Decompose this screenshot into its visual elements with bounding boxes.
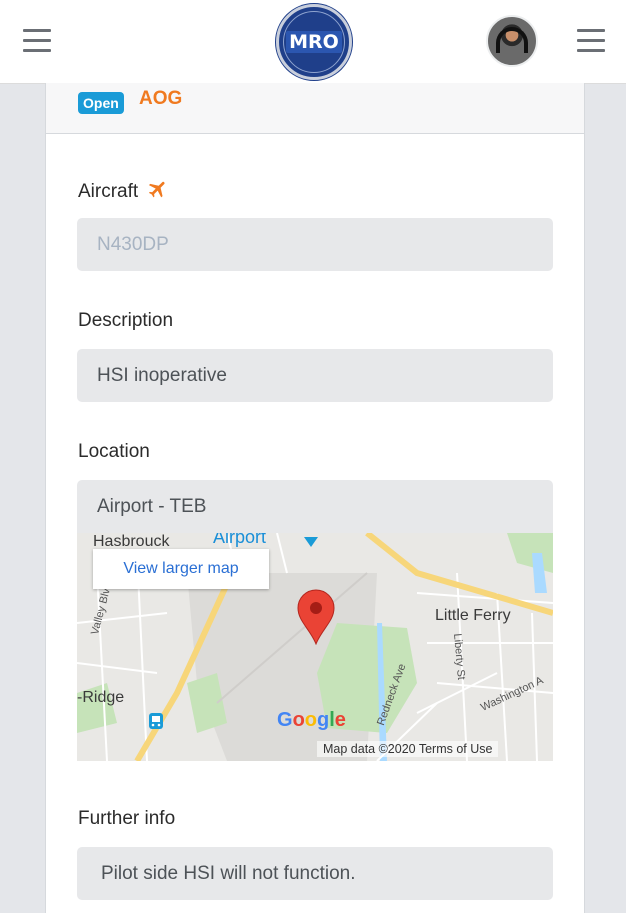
location-map[interactable]: Hasbrouck Airport Little Ferry -Ridge Va… [77, 533, 553, 761]
location-field[interactable]: Airport - TEB [77, 480, 553, 533]
map-place-ridge: -Ridge [77, 689, 125, 706]
map-place-little-ferry: Little Ferry [435, 607, 511, 624]
ticket-header: Open AOG [46, 83, 584, 134]
description-label: Description [78, 310, 174, 331]
logo-ring: MRO [283, 11, 345, 73]
user-avatar[interactable] [486, 15, 538, 67]
logo-text: MRO [286, 31, 342, 53]
map-place-airport: Airport [213, 533, 267, 547]
menu-icon[interactable] [577, 29, 605, 53]
description-field[interactable]: HSI inoperative [77, 349, 553, 402]
ticket-card: Open AOG Aircraft N430DP Description HSI… [45, 83, 585, 913]
further-info-field[interactable]: Pilot side HSI will not function. [77, 847, 553, 900]
top-navigation-bar: MRO [0, 0, 626, 84]
map-pin-icon[interactable] [296, 589, 336, 645]
airplane-icon [147, 178, 169, 206]
headphones-graphic [496, 27, 528, 53]
map-attribution[interactable]: Map data ©2020 Terms of Use [317, 741, 499, 757]
mro-logo[interactable]: MRO [276, 4, 352, 80]
further-info-label: Further info [78, 808, 176, 829]
aircraft-label-text: Aircraft [78, 181, 139, 202]
transit-icon [149, 713, 163, 729]
view-larger-map-button[interactable]: View larger map [93, 549, 269, 589]
aircraft-label: Aircraft [78, 178, 169, 206]
status-badge: Open [78, 92, 124, 114]
location-label: Location [78, 441, 150, 462]
airport-marker-icon [304, 537, 318, 547]
priority-label: AOG [139, 88, 183, 109]
aircraft-field[interactable]: N430DP [77, 218, 553, 271]
google-logo: Google [277, 709, 346, 731]
menu-icon[interactable] [23, 29, 51, 53]
